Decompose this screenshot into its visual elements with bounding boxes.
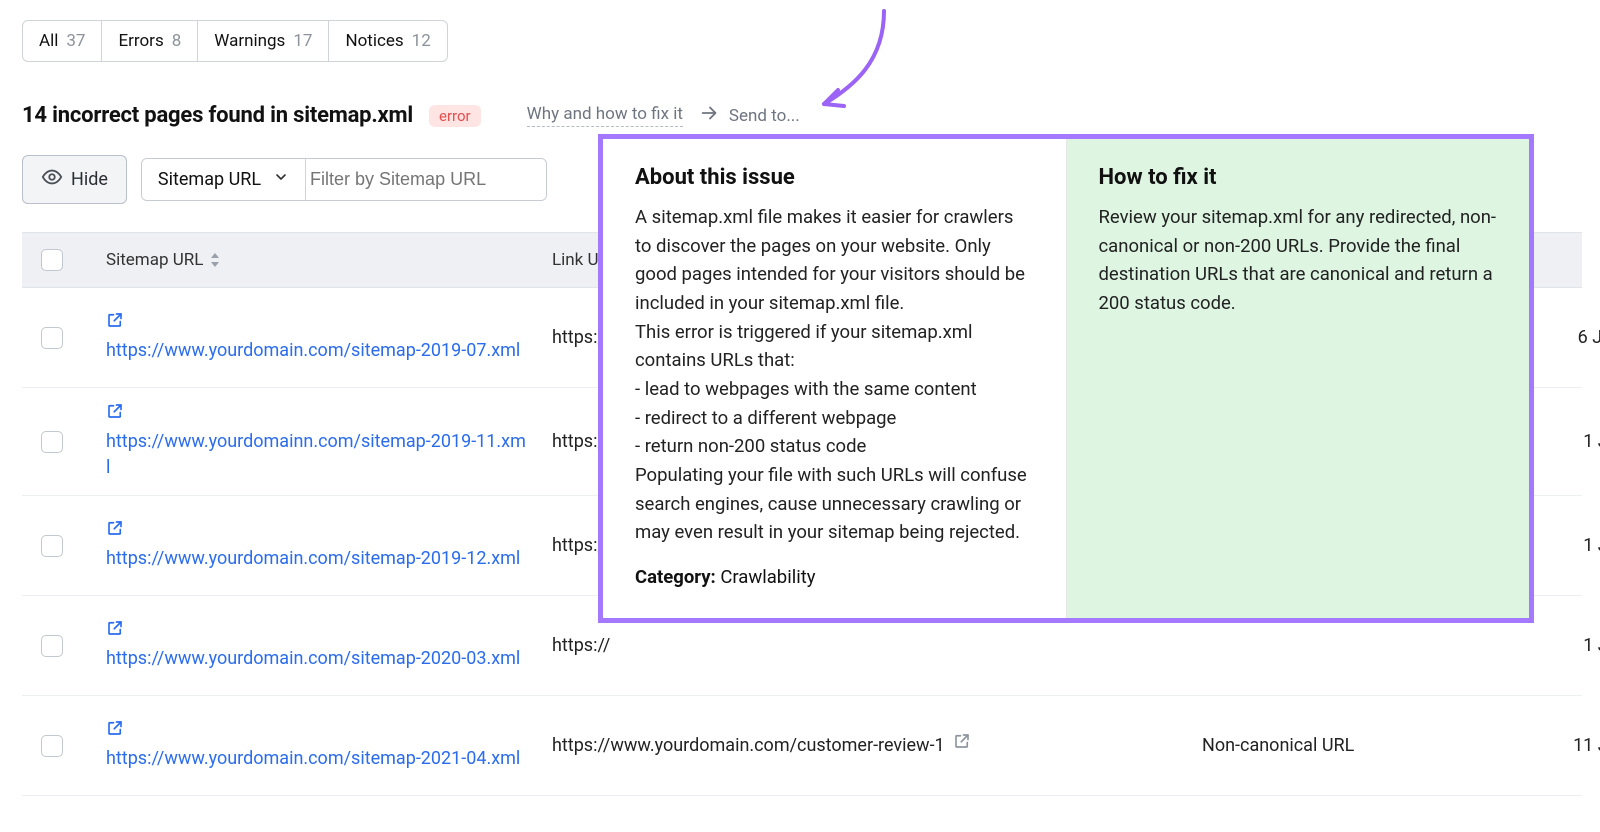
- tab-label: Errors: [118, 31, 163, 51]
- why-how-to-fix-link[interactable]: Why and how to fix it: [527, 104, 683, 127]
- error-badge: error: [429, 105, 481, 127]
- about-issue-title: About this issue: [635, 161, 1034, 195]
- tab-label: Warnings: [214, 31, 285, 51]
- external-link-icon[interactable]: [106, 311, 124, 334]
- reason-text: Non-canonical URL: [1202, 735, 1354, 756]
- issue-heading-row: 14 incorrect pages found in sitemap.xml …: [22, 102, 1582, 129]
- chevron-down-icon: [273, 169, 289, 190]
- hide-button[interactable]: Hide: [22, 155, 127, 204]
- external-link-icon[interactable]: [106, 619, 124, 642]
- sitemap-link[interactable]: https://www.yourdomain.com/sitemap-2021-…: [106, 746, 520, 772]
- row-checkbox[interactable]: [41, 327, 63, 349]
- row-checkbox[interactable]: [41, 535, 63, 557]
- filter-tabs: All 37 Errors 8 Warnings 17 Notices 12: [22, 20, 1582, 62]
- send-to-button[interactable]: Send to...: [699, 102, 800, 129]
- external-link-icon[interactable]: [106, 402, 124, 425]
- send-to-label: Send to...: [729, 106, 800, 126]
- tab-errors[interactable]: Errors 8: [102, 20, 198, 62]
- page-url-text: https://: [552, 635, 610, 656]
- tab-count: 12: [412, 31, 431, 51]
- table-row: https://www.yourdomain.com/sitemap-2021-…: [22, 696, 1582, 796]
- about-issue-body: A sitemap.xml file makes it easier for c…: [635, 203, 1034, 547]
- dropdown-label: Sitemap URL: [158, 169, 261, 190]
- sort-icon: [209, 252, 221, 268]
- external-link-icon[interactable]: [953, 732, 971, 755]
- tab-count: 8: [172, 31, 182, 51]
- date-text: 1 Jul: [1583, 535, 1600, 556]
- share-arrow-icon: [699, 102, 721, 129]
- sitemap-link[interactable]: https://www.yourdomain.com/sitemap-2020-…: [106, 646, 520, 672]
- row-checkbox[interactable]: [41, 735, 63, 757]
- external-link-icon[interactable]: [106, 519, 124, 542]
- col-sitemap-url[interactable]: Sitemap URL: [82, 250, 542, 270]
- issue-help-panel: About this issue A sitemap.xml file make…: [598, 134, 1534, 623]
- filter-input[interactable]: [306, 159, 546, 200]
- page-url-text[interactable]: https://www.yourdomain.com/customer-revi…: [552, 735, 945, 756]
- filter-select-wrap: Sitemap URL: [141, 158, 547, 201]
- row-checkbox[interactable]: [41, 635, 63, 657]
- issue-category: Category: Crawlability: [635, 563, 1034, 592]
- sitemap-link[interactable]: https://www.yourdomain.com/sitemap-2019-…: [106, 338, 520, 364]
- tab-label: All: [39, 31, 58, 51]
- how-to-fix-body: Review your sitemap.xml for any redirect…: [1099, 203, 1498, 318]
- tab-count: 37: [66, 31, 85, 51]
- issue-title: 14 incorrect pages found in sitemap.xml: [22, 103, 413, 128]
- hide-label: Hide: [71, 169, 108, 190]
- date-text: 6 Jun: [1578, 327, 1600, 348]
- select-all-checkbox[interactable]: [41, 249, 63, 271]
- eye-icon: [41, 166, 63, 193]
- date-text: 1 Jul: [1583, 431, 1600, 452]
- sitemap-url-dropdown[interactable]: Sitemap URL: [142, 159, 306, 200]
- date-text: 11 Jul: [1573, 735, 1600, 756]
- tab-label: Notices: [345, 31, 403, 51]
- tab-warnings[interactable]: Warnings 17: [198, 20, 329, 62]
- date-text: 1 Jul: [1583, 635, 1600, 656]
- select-all-cell: [22, 249, 82, 271]
- sitemap-link[interactable]: https://www.yourdomain.com/sitemap-2019-…: [106, 546, 520, 572]
- sitemap-link[interactable]: https://www.yourdomainn.com/sitemap-2019…: [106, 429, 526, 481]
- tab-notices[interactable]: Notices 12: [329, 20, 447, 62]
- tab-count: 17: [293, 31, 312, 51]
- how-to-fix-title: How to fix it: [1099, 161, 1498, 195]
- external-link-icon[interactable]: [106, 719, 124, 742]
- about-issue-column: About this issue A sitemap.xml file make…: [603, 139, 1067, 618]
- how-to-fix-column: How to fix it Review your sitemap.xml fo…: [1067, 139, 1530, 618]
- row-checkbox[interactable]: [41, 431, 63, 453]
- tab-all[interactable]: All 37: [22, 20, 102, 62]
